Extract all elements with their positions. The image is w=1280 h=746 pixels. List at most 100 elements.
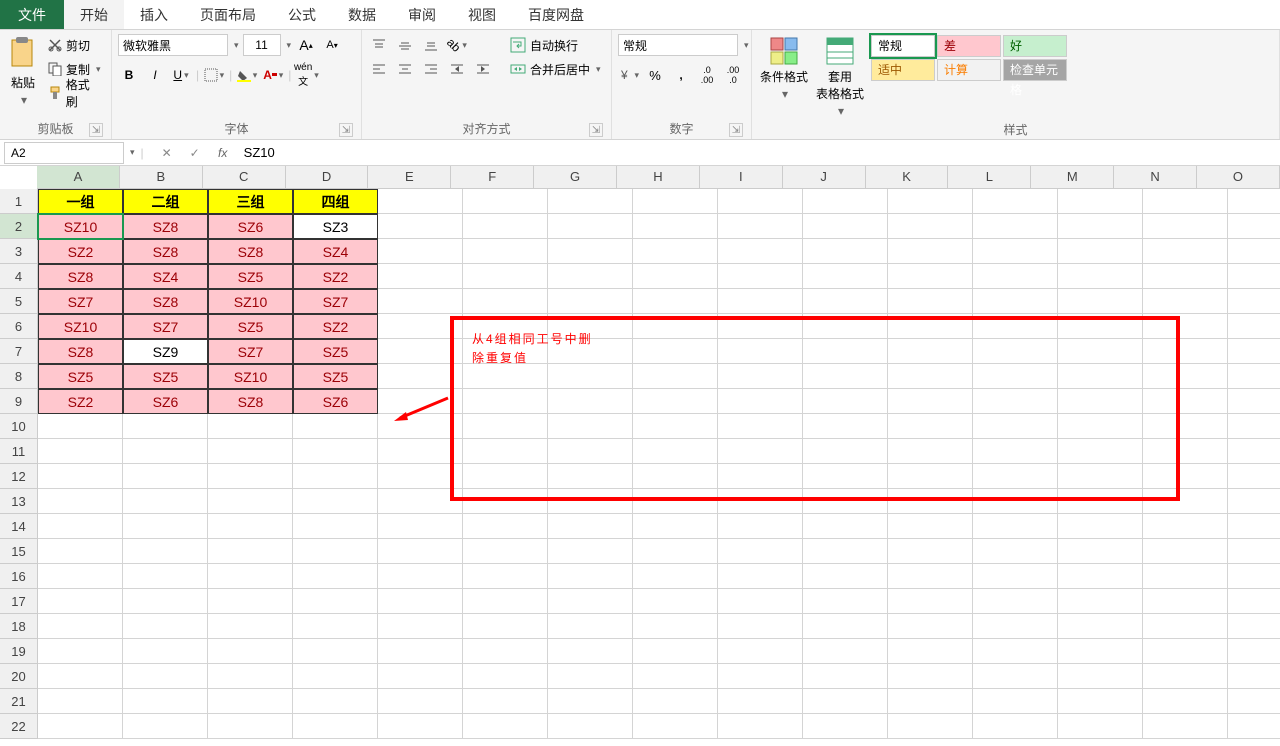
cell-C13[interactable] [208, 489, 293, 514]
cell-styles-gallery[interactable]: 常规 差 好 适中 计算 检查单元格 [870, 34, 1080, 82]
cell-C7[interactable]: SZ7 [208, 339, 293, 364]
cell-M5[interactable] [1058, 289, 1143, 314]
row-header-13[interactable]: 13 [0, 489, 37, 514]
row-header-14[interactable]: 14 [0, 514, 37, 539]
cell-H4[interactable] [633, 264, 718, 289]
tab-formula[interactable]: 公式 [272, 0, 332, 29]
cell-K5[interactable] [888, 289, 973, 314]
cell-A13[interactable] [38, 489, 123, 514]
cell-J5[interactable] [803, 289, 888, 314]
cell-G17[interactable] [548, 589, 633, 614]
conditional-format-button[interactable]: 条件格式▾ [758, 34, 810, 103]
cell-H17[interactable] [633, 589, 718, 614]
cell-B6[interactable]: SZ7 [123, 314, 208, 339]
cell-E18[interactable] [378, 614, 463, 639]
cell-I14[interactable] [718, 514, 803, 539]
cell-M19[interactable] [1058, 639, 1143, 664]
cell-C16[interactable] [208, 564, 293, 589]
cell-G2[interactable] [548, 214, 633, 239]
tab-home[interactable]: 开始 [64, 0, 124, 29]
cell-C5[interactable]: SZ10 [208, 289, 293, 314]
cell-G18[interactable] [548, 614, 633, 639]
cell-F17[interactable] [463, 589, 548, 614]
cell-E4[interactable] [378, 264, 463, 289]
cell-D8[interactable]: SZ5 [293, 364, 378, 389]
row-header-19[interactable]: 19 [0, 639, 37, 664]
tab-file[interactable]: 文件 [0, 0, 64, 29]
cell-K17[interactable] [888, 589, 973, 614]
cell-N21[interactable] [1143, 689, 1228, 714]
cell-J19[interactable] [803, 639, 888, 664]
cell-B21[interactable] [123, 689, 208, 714]
cell-M3[interactable] [1058, 239, 1143, 264]
cell-D6[interactable]: SZ2 [293, 314, 378, 339]
cell-M4[interactable] [1058, 264, 1143, 289]
cut-button[interactable]: 剪切 [44, 34, 105, 56]
cell-L14[interactable] [973, 514, 1058, 539]
cell-D12[interactable] [293, 464, 378, 489]
cell-N15[interactable] [1143, 539, 1228, 564]
cell-I17[interactable] [718, 589, 803, 614]
cell-K21[interactable] [888, 689, 973, 714]
cell-O2[interactable] [1228, 214, 1280, 239]
cell-M20[interactable] [1058, 664, 1143, 689]
row-header-6[interactable]: 6 [0, 314, 37, 339]
cell-G16[interactable] [548, 564, 633, 589]
italic-button[interactable]: I [144, 64, 166, 86]
cell-F19[interactable] [463, 639, 548, 664]
cell-J4[interactable] [803, 264, 888, 289]
cell-L3[interactable] [973, 239, 1058, 264]
cell-H5[interactable] [633, 289, 718, 314]
tab-insert[interactable]: 插入 [124, 0, 184, 29]
cell-D7[interactable]: SZ5 [293, 339, 378, 364]
cell-A17[interactable] [38, 589, 123, 614]
formula-input[interactable] [244, 142, 444, 164]
cell-N14[interactable] [1143, 514, 1228, 539]
paste-button[interactable]: 粘贴▾ [6, 34, 40, 109]
cell-A14[interactable] [38, 514, 123, 539]
cell-I22[interactable] [718, 714, 803, 739]
cell-G19[interactable] [548, 639, 633, 664]
cell-O15[interactable] [1228, 539, 1280, 564]
cell-E14[interactable] [378, 514, 463, 539]
cell-O22[interactable] [1228, 714, 1280, 739]
cell-K19[interactable] [888, 639, 973, 664]
cell-J22[interactable] [803, 714, 888, 739]
cell-A3[interactable]: SZ2 [38, 239, 123, 264]
cell-A16[interactable] [38, 564, 123, 589]
cell-F15[interactable] [463, 539, 548, 564]
col-header-E[interactable]: E [368, 166, 451, 188]
cell-M17[interactable] [1058, 589, 1143, 614]
cell-B22[interactable] [123, 714, 208, 739]
cell-H1[interactable] [633, 189, 718, 214]
style-good[interactable]: 好 [1003, 35, 1067, 57]
cell-A2[interactable]: SZ10 [38, 214, 123, 239]
cell-N3[interactable] [1143, 239, 1228, 264]
cell-N19[interactable] [1143, 639, 1228, 664]
cell-O20[interactable] [1228, 664, 1280, 689]
cell-O21[interactable] [1228, 689, 1280, 714]
cell-I21[interactable] [718, 689, 803, 714]
cell-K3[interactable] [888, 239, 973, 264]
cell-F22[interactable] [463, 714, 548, 739]
cell-B11[interactable] [123, 439, 208, 464]
align-top-button[interactable] [368, 34, 390, 56]
col-header-I[interactable]: I [700, 166, 783, 188]
cell-K22[interactable] [888, 714, 973, 739]
cell-O3[interactable] [1228, 239, 1280, 264]
row-header-3[interactable]: 3 [0, 239, 37, 264]
cell-B13[interactable] [123, 489, 208, 514]
tab-baidu[interactable]: 百度网盘 [512, 0, 600, 29]
cell-A20[interactable] [38, 664, 123, 689]
cell-E17[interactable] [378, 589, 463, 614]
cell-G21[interactable] [548, 689, 633, 714]
name-box-dropdown[interactable]: ▾ [130, 147, 135, 158]
cell-E1[interactable] [378, 189, 463, 214]
cell-A10[interactable] [38, 414, 123, 439]
cell-K20[interactable] [888, 664, 973, 689]
cell-H3[interactable] [633, 239, 718, 264]
cell-G14[interactable] [548, 514, 633, 539]
cell-M18[interactable] [1058, 614, 1143, 639]
increase-indent-button[interactable] [472, 58, 494, 80]
cell-F1[interactable] [463, 189, 548, 214]
